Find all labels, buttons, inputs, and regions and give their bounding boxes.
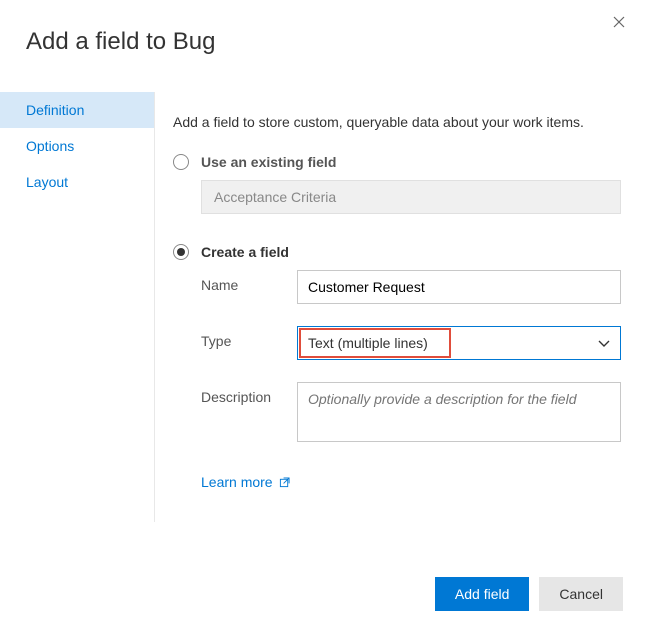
add-field-dialog: Add a field to Bug Definition Options La…: [0, 0, 645, 631]
existing-field-value: Acceptance Criteria: [214, 189, 336, 205]
description-row: Description: [201, 382, 621, 442]
learn-more-label: Learn more: [201, 474, 273, 490]
existing-field-block: Acceptance Criteria: [201, 180, 621, 214]
cancel-button[interactable]: Cancel: [539, 577, 623, 611]
sidebar-item-label: Layout: [26, 174, 68, 190]
radio-use-existing[interactable]: [173, 154, 189, 170]
type-row: Type Text (multiple lines): [201, 326, 621, 360]
dialog-title: Add a field to Bug: [0, 0, 645, 56]
radio-create-field-label: Create a field: [201, 244, 289, 260]
create-field-block: Name Type Text (multiple lines): [201, 270, 621, 490]
name-row: Name: [201, 270, 621, 304]
close-icon: [613, 16, 625, 28]
radio-existing-row: Use an existing field: [173, 154, 621, 170]
chevron-down-icon: [598, 335, 610, 351]
radio-create-field[interactable]: [173, 244, 189, 260]
dialog-footer: Add field Cancel: [435, 577, 623, 611]
description-input[interactable]: [297, 382, 621, 442]
sidebar-item-options[interactable]: Options: [0, 128, 154, 164]
name-label: Name: [201, 270, 297, 293]
sidebar-item-definition[interactable]: Definition: [0, 92, 154, 128]
sidebar-item-label: Options: [26, 138, 74, 154]
content-pane: Add a field to store custom, queryable d…: [155, 92, 645, 522]
radio-create-row: Create a field: [173, 244, 621, 260]
description-label: Description: [201, 382, 297, 405]
learn-more-link[interactable]: Learn more: [201, 474, 290, 490]
type-select[interactable]: Text (multiple lines): [297, 326, 621, 360]
sidebar-item-label: Definition: [26, 102, 84, 118]
radio-use-existing-label: Use an existing field: [201, 154, 336, 170]
dialog-body: Definition Options Layout Add a field to…: [0, 92, 645, 522]
existing-field-input: Acceptance Criteria: [201, 180, 621, 214]
name-input[interactable]: [297, 270, 621, 304]
type-label: Type: [201, 326, 297, 349]
close-button[interactable]: [609, 12, 629, 32]
external-link-icon: [279, 477, 290, 488]
intro-text: Add a field to store custom, queryable d…: [173, 114, 621, 130]
add-field-button[interactable]: Add field: [435, 577, 529, 611]
sidebar: Definition Options Layout: [0, 92, 155, 522]
type-select-wrapper: Text (multiple lines): [297, 326, 621, 360]
sidebar-item-layout[interactable]: Layout: [0, 164, 154, 200]
type-select-value: Text (multiple lines): [308, 335, 428, 351]
